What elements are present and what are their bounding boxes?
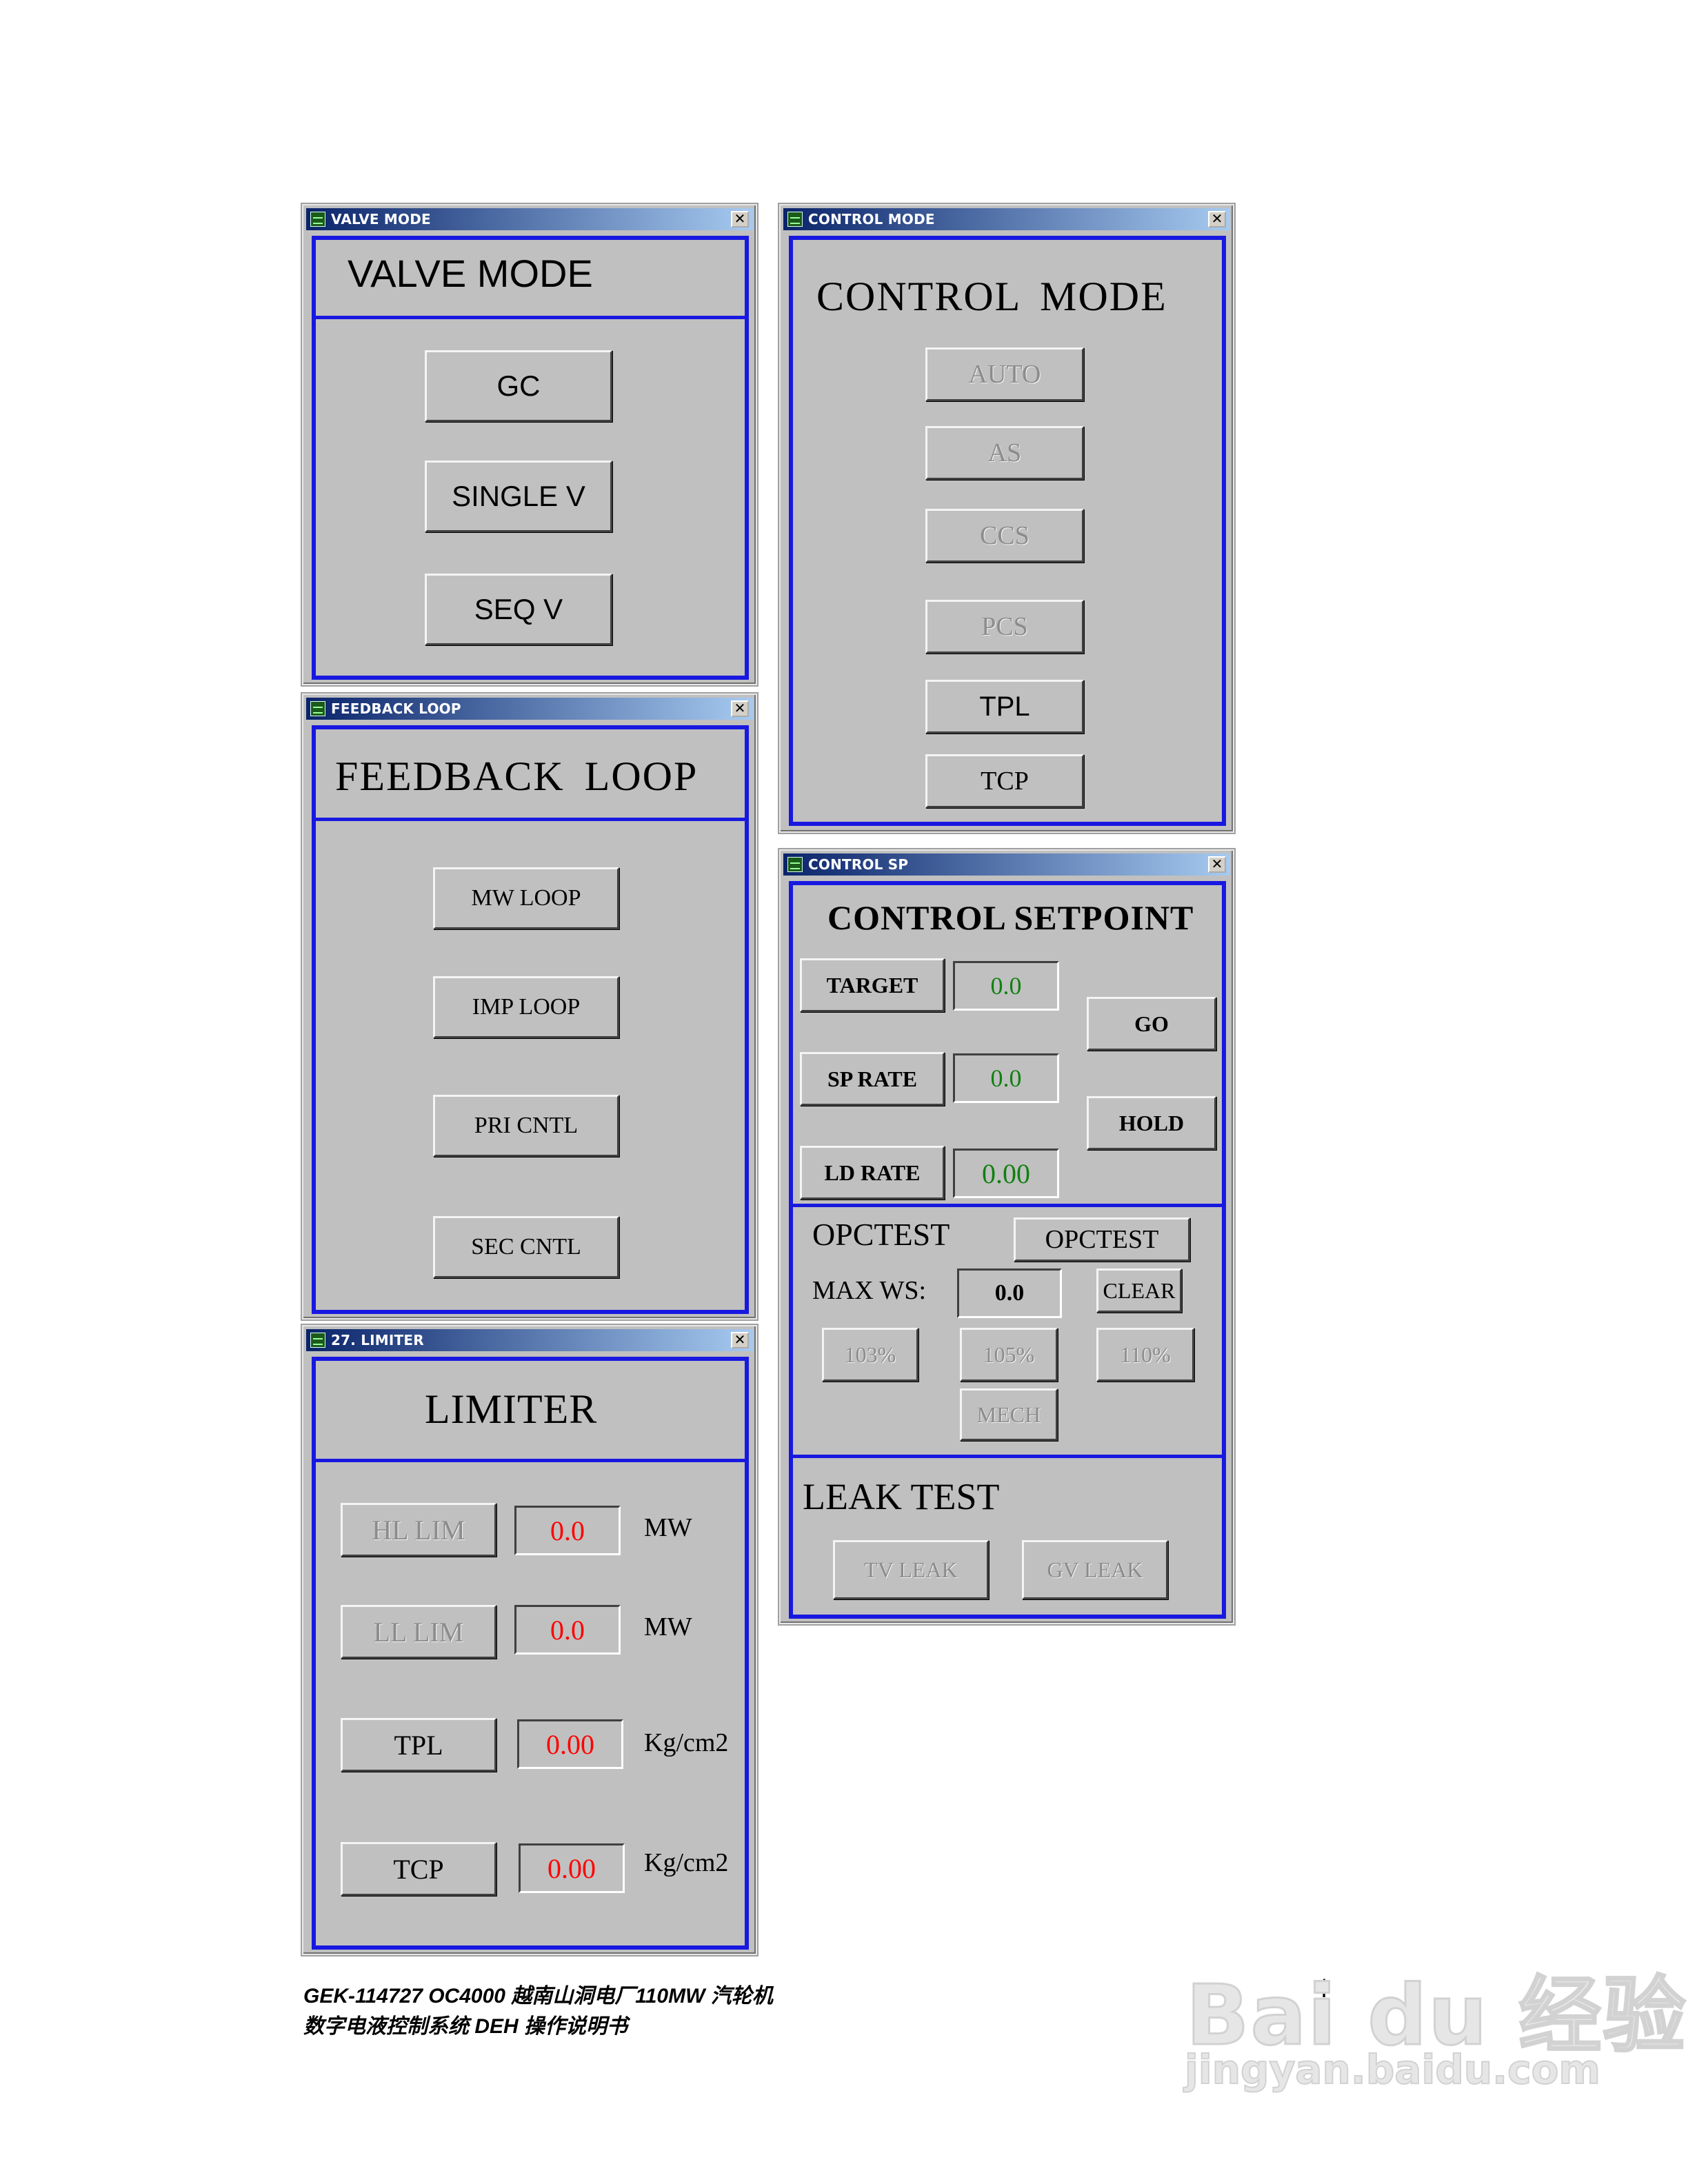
- ll-lim-unit: MW: [644, 1612, 692, 1641]
- ld-rate-button[interactable]: LD RATE: [800, 1146, 945, 1200]
- panel-heading: CONTROL SETPOINT: [827, 898, 1194, 937]
- window-title: CONTROL MODE: [808, 211, 935, 228]
- ld-rate-value-field[interactable]: 0.00: [953, 1149, 1059, 1198]
- gc-button[interactable]: GC: [425, 350, 612, 422]
- tv-leak-button[interactable]: TV LEAK: [833, 1540, 989, 1599]
- single-v-button[interactable]: SINGLE V: [425, 461, 612, 532]
- window-app-icon: [310, 1333, 325, 1348]
- window-title: CONTROL SP: [808, 856, 909, 873]
- seq-v-button[interactable]: SEQ V: [425, 574, 612, 645]
- hold-button[interactable]: HOLD: [1087, 1096, 1216, 1150]
- window-app-icon: [787, 857, 803, 872]
- ccs-button[interactable]: CCS: [925, 509, 1084, 563]
- window-title: 27. LIMITER: [331, 1332, 424, 1348]
- overspeed-103-button[interactable]: 103%: [822, 1328, 918, 1382]
- divider: [312, 316, 749, 319]
- control-mode-titlebar[interactable]: CONTROL MODE ✕: [783, 208, 1230, 230]
- divider: [789, 1455, 1226, 1458]
- gv-leak-button[interactable]: GV LEAK: [1022, 1540, 1168, 1599]
- tpl-button[interactable]: TPL: [925, 680, 1084, 734]
- ll-lim-value-field[interactable]: 0.0: [514, 1605, 621, 1655]
- mw-loop-button[interactable]: MW LOOP: [433, 867, 619, 929]
- opctest-label: OPCTEST: [812, 1217, 950, 1252]
- hl-lim-value-field[interactable]: 0.0: [514, 1506, 621, 1555]
- overspeed-105-button[interactable]: 105%: [960, 1328, 1058, 1382]
- tpl-limit-button[interactable]: TPL: [341, 1718, 496, 1772]
- leak-test-heading: LEAK TEST: [803, 1476, 1000, 1517]
- max-ws-value-field[interactable]: 0.0: [957, 1268, 1062, 1318]
- imp-loop-button[interactable]: IMP LOOP: [433, 976, 619, 1038]
- hl-lim-button[interactable]: HL LIM: [341, 1503, 496, 1557]
- divider: [312, 1459, 749, 1462]
- ll-lim-button[interactable]: LL LIM: [341, 1605, 496, 1659]
- control-mode-window: CONTROL MODE ✕ CONTROL MODE AUTO AS CCS …: [779, 204, 1234, 833]
- window-app-icon: [310, 701, 325, 716]
- target-button[interactable]: TARGET: [800, 958, 945, 1012]
- opctest-button[interactable]: OPCTEST: [1014, 1217, 1190, 1262]
- tpl-value-field[interactable]: 0.00: [517, 1719, 623, 1769]
- pri-cntl-button[interactable]: PRI CNTL: [433, 1095, 619, 1157]
- footer-line-2: 数字电液控制系统 DEH 操作说明书: [303, 2015, 628, 2038]
- limiter-window: 27. LIMITER ✕ LIMITER HL LIM 0.0 MW LL L…: [302, 1325, 757, 1955]
- as-button[interactable]: AS: [925, 426, 1084, 480]
- close-icon[interactable]: ✕: [1208, 856, 1226, 873]
- overspeed-110-button[interactable]: 110%: [1096, 1328, 1194, 1382]
- panel-heading: FEEDBACK LOOP: [335, 754, 699, 799]
- target-value-field[interactable]: 0.0: [953, 961, 1059, 1011]
- close-icon[interactable]: ✕: [731, 1332, 749, 1348]
- tcp-button[interactable]: TCP: [925, 754, 1084, 808]
- watermark-url: jingyan.baidu.com: [1184, 2045, 1601, 2094]
- control-sp-window: CONTROL SP ✕ CONTROL SETPOINT TARGET 0.0…: [779, 849, 1234, 1624]
- feedback-loop-window: FEEDBACK LOOP ✕ FEEDBACK LOOP MW LOOP IM…: [302, 694, 757, 1320]
- tpl-unit: Kg/cm2: [644, 1728, 729, 1757]
- close-icon[interactable]: ✕: [1208, 211, 1226, 228]
- panel-heading: LIMITER: [425, 1386, 598, 1432]
- window-title: VALVE MODE: [331, 211, 431, 228]
- limiter-titlebar[interactable]: 27. LIMITER ✕: [306, 1329, 753, 1351]
- valve-mode-window: VALVE MODE ✕ VALVE MODE GC SINGLE V SEQ …: [302, 204, 757, 685]
- divider: [789, 1204, 1226, 1207]
- pcs-button[interactable]: PCS: [925, 600, 1084, 654]
- window-app-icon: [310, 212, 325, 227]
- valve-mode-titlebar[interactable]: VALVE MODE ✕: [306, 208, 753, 230]
- sec-cntl-button[interactable]: SEC CNTL: [433, 1216, 619, 1278]
- sp-rate-value-field[interactable]: 0.0: [953, 1053, 1059, 1103]
- clear-button[interactable]: CLEAR: [1096, 1268, 1182, 1313]
- divider: [312, 818, 749, 821]
- mech-button[interactable]: MECH: [960, 1388, 1058, 1441]
- panel-heading: VALVE MODE: [348, 252, 593, 295]
- feedback-loop-titlebar[interactable]: FEEDBACK LOOP ✕: [306, 698, 753, 720]
- hl-lim-unit: MW: [644, 1513, 692, 1542]
- window-app-icon: [787, 212, 803, 227]
- footer-line-1: GEK-114727 OC4000 越南山洞电厂110MW 汽轮机: [303, 1985, 773, 2008]
- window-title: FEEDBACK LOOP: [331, 700, 461, 717]
- close-icon[interactable]: ✕: [731, 700, 749, 717]
- control-sp-titlebar[interactable]: CONTROL SP ✕: [783, 853, 1230, 876]
- sp-rate-button[interactable]: SP RATE: [800, 1052, 945, 1106]
- go-button[interactable]: GO: [1087, 997, 1216, 1051]
- close-icon[interactable]: ✕: [731, 211, 749, 228]
- tcp-limit-button[interactable]: TCP: [341, 1842, 496, 1896]
- tcp-value-field[interactable]: 0.00: [519, 1843, 625, 1893]
- tcp-unit: Kg/cm2: [644, 1848, 729, 1877]
- auto-button[interactable]: AUTO: [925, 347, 1084, 401]
- panel-heading: CONTROL MODE: [816, 274, 1167, 319]
- max-ws-label: MAX WS:: [812, 1276, 927, 1305]
